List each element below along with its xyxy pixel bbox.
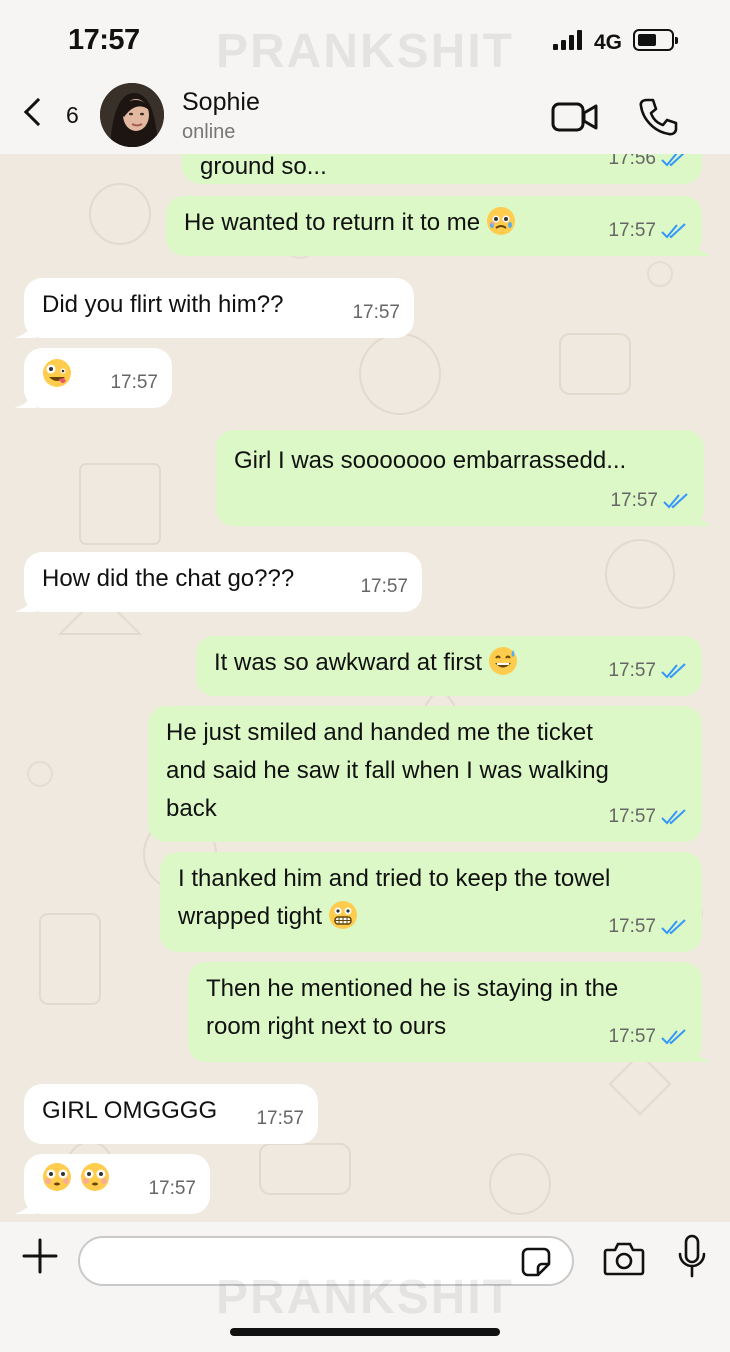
face-holding-back-tears-emoji [487, 207, 516, 235]
flushed-face-emoji [81, 1163, 109, 1191]
status-bar: 17:57 PRANKSHIT 4G [0, 0, 730, 80]
message-text: He wanted to return it to me [184, 209, 481, 236]
video-camera-icon [551, 102, 598, 132]
read-ticks-icon [661, 663, 686, 679]
avatar[interactable] [100, 83, 164, 147]
message-meta: 17:57 [610, 482, 690, 520]
message-text: I thanked him and tried to keep the towe… [178, 865, 611, 930]
grinning-face-with-sweat-emoji [489, 647, 518, 675]
message-bubble-outgoing[interactable]: He just smiled and handed me the ticket … [148, 706, 702, 842]
message-bubble-incoming[interactable]: Did you flirt with him?? 17:57 [14, 278, 414, 338]
message-time: 17:57 [608, 660, 656, 681]
message-bubble-outgoing[interactable]: Girl I was sooooooo embarrassedd... 17:5… [216, 430, 714, 526]
bubble-tail [690, 1046, 712, 1062]
message-meta: 17:57 [148, 1170, 196, 1208]
home-indicator[interactable] [230, 1328, 500, 1336]
message-meta: 17:57 [110, 364, 158, 402]
emoji-row [42, 1162, 110, 1192]
message-time: 17:57 [608, 806, 656, 827]
message-time: 17:57 [610, 490, 658, 511]
message-meta: 17:57 [608, 908, 688, 946]
message-bubble-outgoing[interactable]: I thanked him and tried to keep the towe… [160, 852, 702, 952]
message-time: 17:57 [608, 1026, 656, 1047]
message-bubble-outgoing[interactable]: ground so... 17:56 [182, 154, 702, 184]
message-time: 17:57 [110, 372, 158, 393]
grimacing-face-emoji [329, 901, 358, 929]
bubble-tail [14, 1198, 36, 1214]
message-text: It was so awkward at first [214, 649, 483, 676]
message-bubble-outgoing[interactable]: He wanted to return it to me 17:57 [166, 196, 712, 256]
read-ticks-icon [661, 919, 686, 935]
message-text: How did the chat go??? [42, 565, 295, 592]
message-meta: 17:57 [608, 652, 688, 690]
message-meta: 17:57 [608, 798, 688, 836]
zany-face-emoji [43, 359, 71, 387]
chat-header: 6 Sophie online [0, 80, 730, 154]
message-bubble-outgoing[interactable]: Then he mentioned he is staying in the r… [188, 962, 712, 1062]
message-time: 17:57 [352, 302, 400, 323]
flushed-face-emoji [43, 1163, 71, 1191]
message-text: Did you flirt with him?? [42, 291, 284, 318]
network-type: 4G [594, 31, 623, 54]
composer-bar: PRANKSHIT [0, 1222, 730, 1352]
read-ticks-icon [663, 493, 688, 509]
bubble-tail [14, 392, 36, 408]
bubble-tail [14, 596, 36, 612]
voice-call-button[interactable] [638, 97, 678, 137]
chevron-left-icon [23, 97, 53, 127]
read-ticks-icon [661, 1029, 686, 1045]
back-button[interactable]: 6 [23, 90, 94, 140]
phone-icon [639, 98, 678, 136]
contact-name[interactable]: Sophie [182, 88, 260, 117]
message-text: Girl I was sooooooo embarrassedd... [234, 447, 627, 474]
read-ticks-icon [661, 154, 685, 167]
contact-status: online [182, 121, 236, 143]
message-bubble-incoming[interactable]: 17:57 [14, 1154, 210, 1214]
message-text: He just smiled and handed me the ticket … [166, 719, 609, 822]
message-bubble-incoming[interactable]: How did the chat go??? 17:57 [14, 552, 422, 612]
message-bubble-outgoing[interactable]: It was so awkward at first 17:57 [196, 636, 702, 696]
watermark: PRANKSHIT [215, 1271, 514, 1324]
message-time: 17:57 [256, 1108, 304, 1129]
message-meta: 17:56 [608, 154, 688, 178]
bubble-tail [14, 322, 36, 338]
unread-count: 6 [66, 102, 79, 128]
bubble-tail [692, 510, 714, 526]
battery-icon [633, 29, 678, 51]
message-meta: 17:57 [256, 1100, 304, 1138]
bubble-tail [690, 240, 712, 256]
read-ticks-icon [661, 223, 686, 239]
message-meta: 17:57 [360, 568, 408, 606]
message-meta: 17:57 [608, 1018, 688, 1056]
cellular-signal-icon [553, 30, 585, 50]
message-meta: 17:57 [608, 212, 688, 250]
message-bubble-incoming[interactable]: 17:57 [14, 348, 172, 408]
message-time: 17:56 [608, 154, 656, 169]
message-time: 17:57 [148, 1178, 196, 1199]
message-time: 17:57 [360, 576, 408, 597]
message-bubble-incoming[interactable]: GIRL OMGGGG 17:57 [24, 1084, 318, 1144]
message-time: 17:57 [608, 916, 656, 937]
video-call-button[interactable] [551, 102, 599, 132]
message-meta: 17:57 [352, 294, 400, 332]
chat-area[interactable]: PRANKSHIT ground so... 17:56 He wanted t… [0, 154, 730, 1222]
read-ticks-icon [661, 809, 686, 825]
message-time: 17:57 [608, 220, 656, 241]
